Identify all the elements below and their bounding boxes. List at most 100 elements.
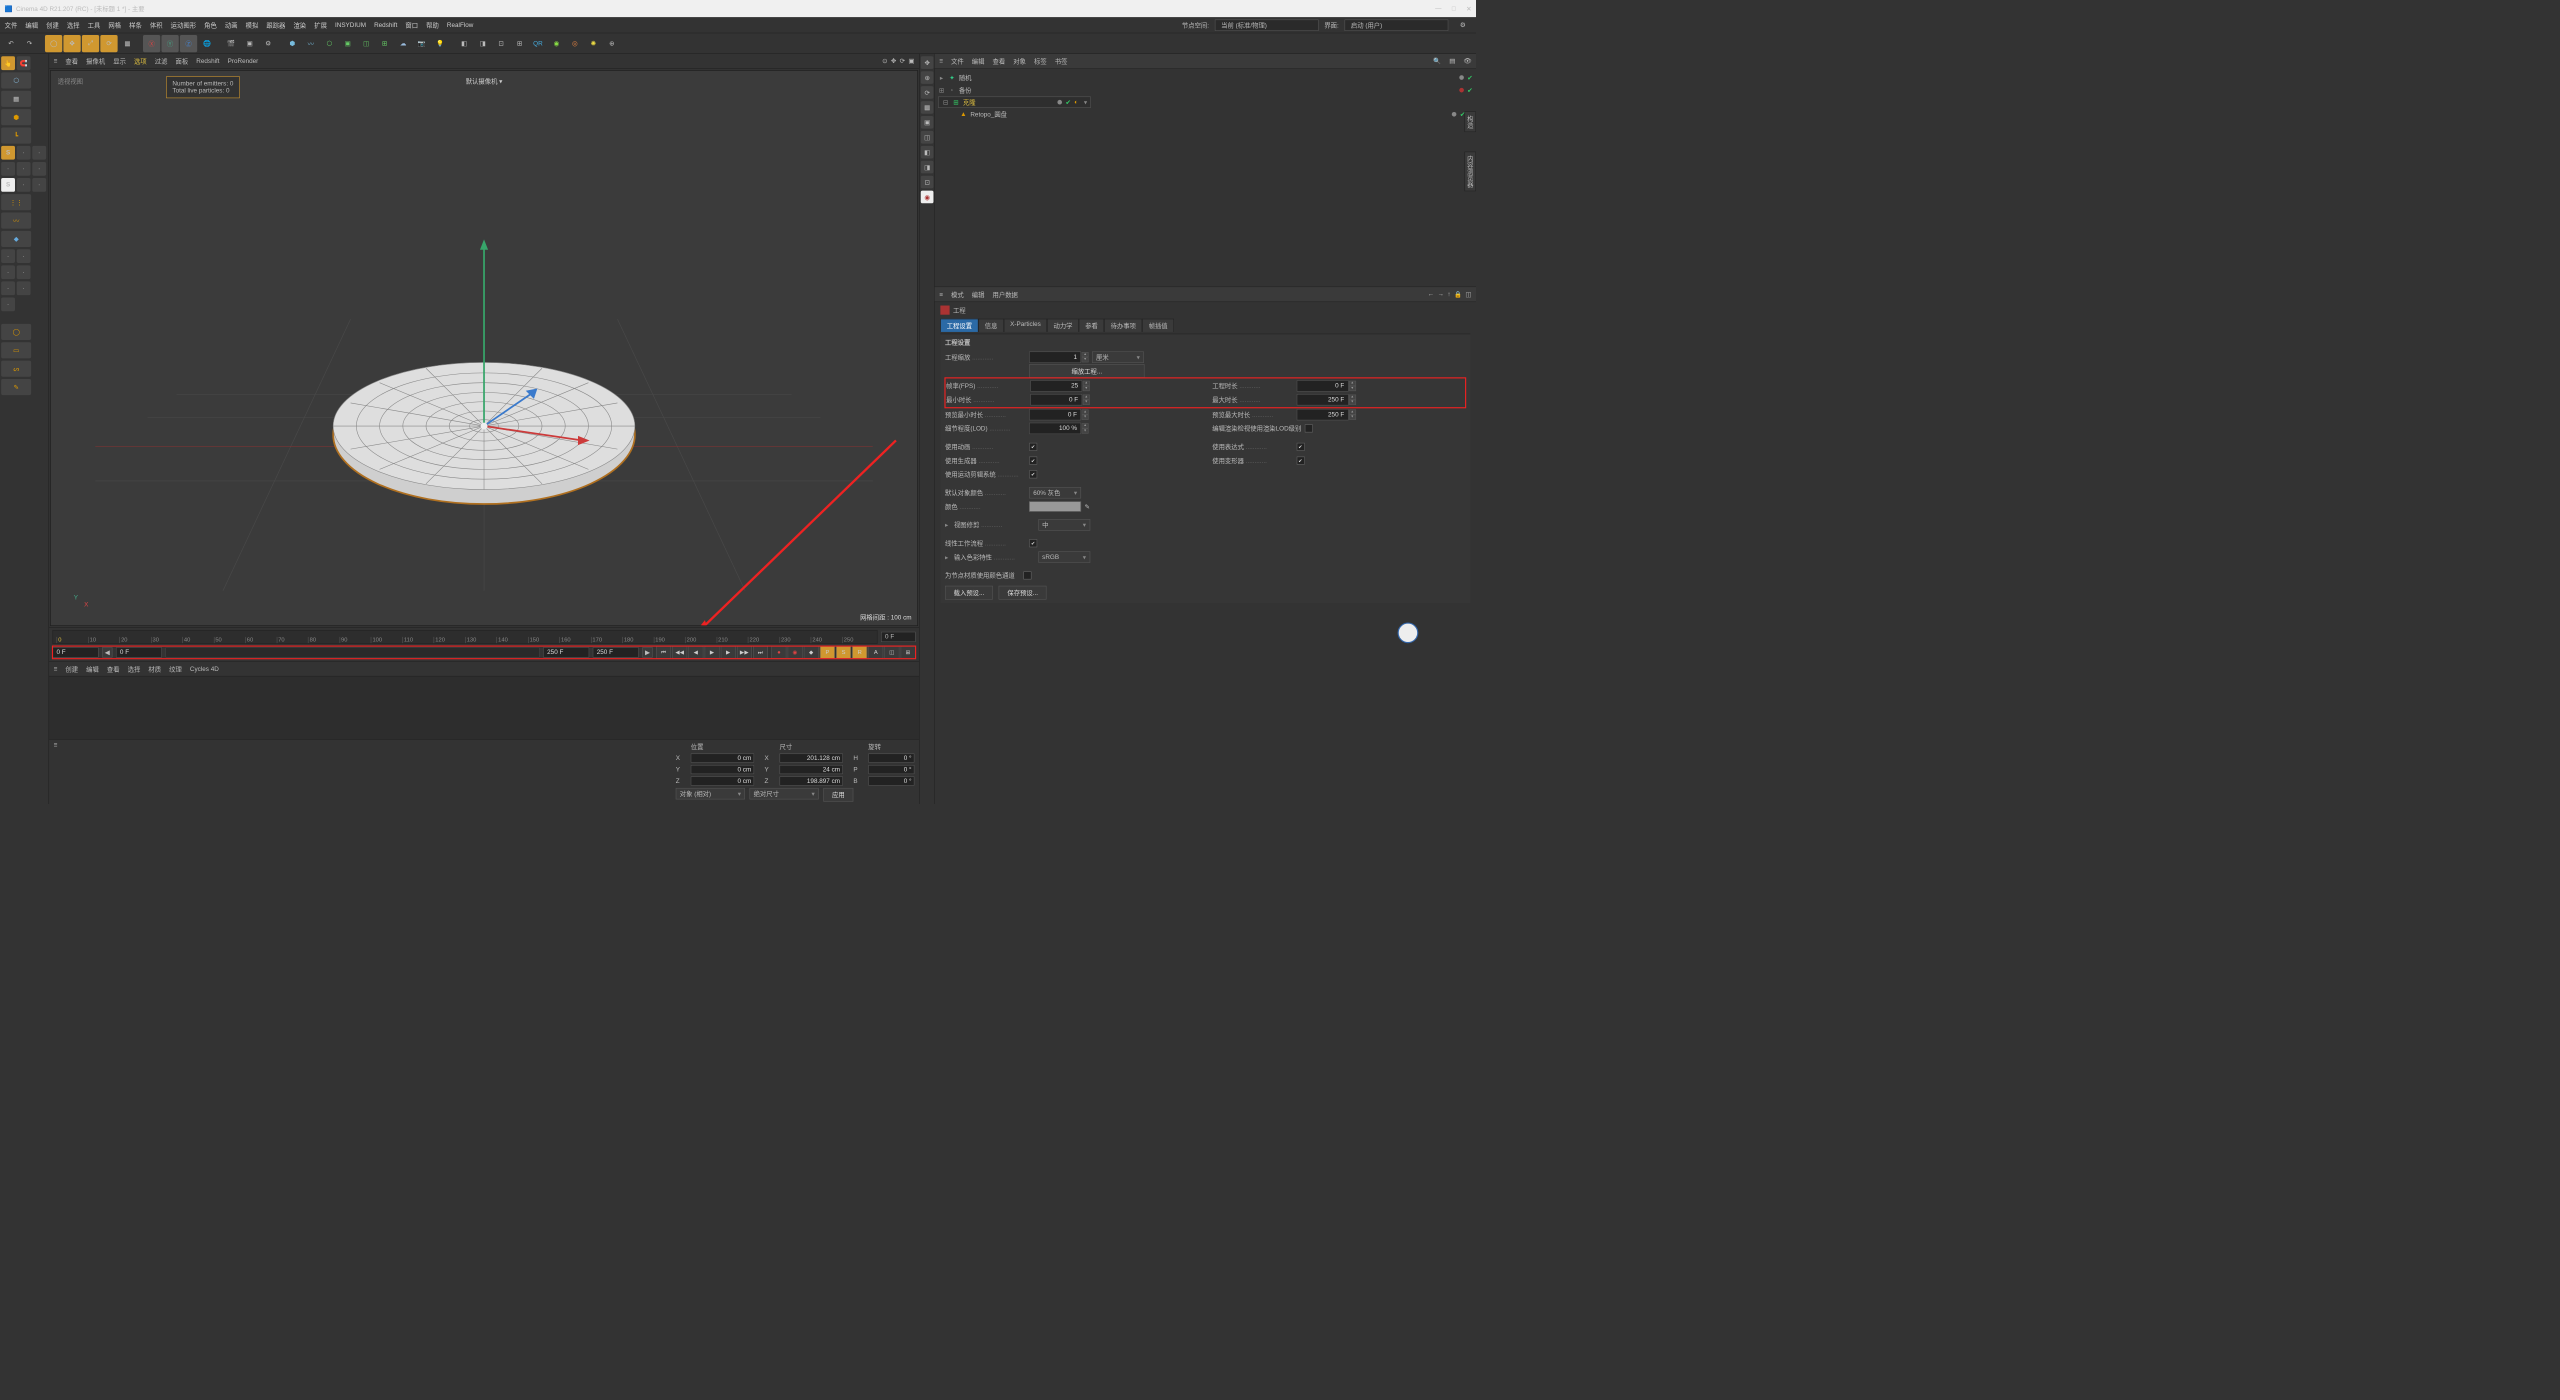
project-scale-unit-dropdown[interactable]: 厘米 [1092,351,1144,362]
dock-icon-1[interactable]: ✥ [921,56,934,69]
use-motion-checkbox[interactable]: ✔ [1029,470,1037,478]
next-key-button[interactable]: ▶▶ [737,646,752,659]
om-search-icon[interactable]: 🔍 [1433,57,1441,64]
next-frame-button[interactable]: ▶ [721,646,736,659]
preview-max-field[interactable] [1296,409,1348,420]
environment-menu[interactable]: ☁ [394,35,411,52]
tb-extra-2[interactable]: ◨ [474,35,491,52]
am-nav-back-icon[interactable]: ← [1428,291,1434,298]
size-z-field[interactable] [780,776,843,785]
vp-nav-icon-1[interactable]: ⊙ [882,57,887,64]
preview-min-field[interactable] [1029,409,1081,420]
key-pla-toggle[interactable]: ◫ [884,646,899,659]
small-tool-12[interactable]: · [1,281,15,295]
pos-y-field[interactable] [691,765,754,774]
vp-menu-panel[interactable]: 面板 [176,57,189,66]
tb-extra-3[interactable]: ⊡ [492,35,509,52]
om-menu-bookmarks[interactable]: 书签 [1055,57,1068,66]
modeling-menu[interactable]: ▣ [339,35,356,52]
tab-project-settings[interactable]: 工程设置 [940,319,978,332]
tb-extra-7[interactable]: ✺ [585,35,602,52]
size-mode-dropdown[interactable]: 绝对尺寸 [750,788,819,799]
mode-model[interactable]: ⬡ [1,72,31,88]
tb-extra-5[interactable]: ◉ [548,35,565,52]
am-menu-mode[interactable]: 模式 [951,290,964,299]
om-menu-view[interactable]: 查看 [993,57,1006,66]
deformer-menu[interactable]: ◫ [357,35,374,52]
vp-hamburger-icon[interactable]: ≡ [54,58,58,65]
key-param-toggle[interactable]: A [868,646,883,659]
om-item-cloner[interactable]: ⊟⊞ 克隆 ✔◐ [938,96,1091,107]
dock-icon-4[interactable]: ▦ [921,101,934,114]
menu-render[interactable]: 渲染 [293,20,306,29]
vp-menu-display[interactable]: 显示 [113,57,126,66]
menu-spline[interactable]: 样条 [129,20,142,29]
am-lock-icon[interactable]: 🔒 [1454,291,1462,298]
linear-workflow-checkbox[interactable]: ✔ [1029,539,1037,547]
rot-p-field[interactable] [868,765,914,774]
close-button[interactable]: ✕ [1466,5,1471,12]
range-end-field[interactable]: 250 F [543,647,589,657]
mode-polygon[interactable]: ◆ [1,231,31,247]
rot-h-field[interactable] [868,753,914,762]
mat-menu-cycles4d[interactable]: Cycles 4D [190,665,219,672]
am-menu-userdata[interactable]: 用户数据 [993,290,1018,299]
tool-rect-select[interactable]: ▭ [1,342,31,358]
menu-redshift[interactable]: Redshift [374,22,397,29]
size-x-field[interactable] [780,753,843,762]
mat-menu-edit[interactable]: 编辑 [86,664,99,673]
small-tool-10[interactable]: · [1,265,15,279]
mode-axis[interactable]: ┗ [1,127,31,143]
use-animation-checkbox[interactable]: ✔ [1029,443,1037,451]
dock-icon-3[interactable]: ⟳ [921,86,934,99]
dock-icon-2[interactable]: ⊕ [921,71,934,84]
small-tool-6[interactable]: · [17,178,31,192]
rot-b-field[interactable] [868,776,914,785]
layout-config-icon[interactable]: ⚙ [1454,16,1471,33]
color-swatch[interactable] [1029,501,1081,511]
scale-tool[interactable]: ⤢ [82,35,99,52]
key-rot-toggle[interactable]: R [852,646,867,659]
fps-field[interactable] [1030,380,1082,391]
vp-menu-camera[interactable]: 摄像机 [86,57,105,66]
tab-interpolation[interactable]: 帧插值 [1142,319,1174,332]
project-scale-field[interactable] [1029,351,1081,362]
goto-end-button[interactable]: ⏭ [753,646,768,659]
vp-menu-prorender[interactable]: ProRender [228,58,259,65]
small-tool-13[interactable]: · [17,281,31,295]
range-handle-left[interactable]: ◀ [102,647,112,657]
om-item-retopo-disc[interactable]: ▲ Retopo_圆盘 ✔◐ [938,108,1472,121]
timeline-ruler[interactable]: 0 10 20 30 40 50 60 70 80 90 100 110 120… [52,630,877,644]
small-tool-4[interactable]: · [17,162,31,176]
scale-project-button[interactable]: 缩放工程... [1029,364,1144,378]
mode-edge[interactable]: 〰 [1,212,31,228]
coord-mode-dropdown[interactable]: 对象 (相对) [676,788,745,799]
pos-z-field[interactable] [691,776,754,785]
input-profile-dropdown[interactable]: sRGB [1038,551,1090,562]
mat-menu-create[interactable]: 创建 [65,664,78,673]
small-tool-7[interactable]: · [32,178,46,192]
view-clip-dropdown[interactable]: 中 [1038,519,1090,530]
project-end-field[interactable]: 250 F [593,647,639,657]
menu-mograph[interactable]: 运动图形 [171,20,196,29]
menu-select[interactable]: 选择 [67,20,80,29]
vp-nav-icon-3[interactable]: ⟳ [900,57,905,64]
phong-tag-icon[interactable]: ◐ [1074,99,1078,106]
max-time-field[interactable] [1296,394,1348,405]
side-tab-structure[interactable]: 构造 [1464,111,1476,132]
vp-nav-icon-4[interactable]: ▣ [908,57,914,64]
mat-hamburger-icon[interactable]: ≡ [54,665,58,672]
spline-primitive[interactable]: 〰 [302,35,319,52]
tab-info[interactable]: 信息 [978,319,1003,332]
dock-icon-7[interactable]: ◧ [921,146,934,159]
apply-button[interactable]: 应用 [823,788,853,802]
mat-menu-view[interactable]: 查看 [107,664,120,673]
menu-create[interactable]: 创建 [46,20,59,29]
am-nav-fwd-icon[interactable]: → [1438,291,1444,298]
x-axis-lock[interactable]: Ⓧ [143,35,160,52]
small-tool-5[interactable]: · [32,162,46,176]
menu-extensions[interactable]: 扩展 [314,20,327,29]
dock-icon-8[interactable]: ◨ [921,161,934,174]
generator-menu[interactable]: ⬡ [321,35,338,52]
key-pos-toggle[interactable]: P [820,646,835,659]
